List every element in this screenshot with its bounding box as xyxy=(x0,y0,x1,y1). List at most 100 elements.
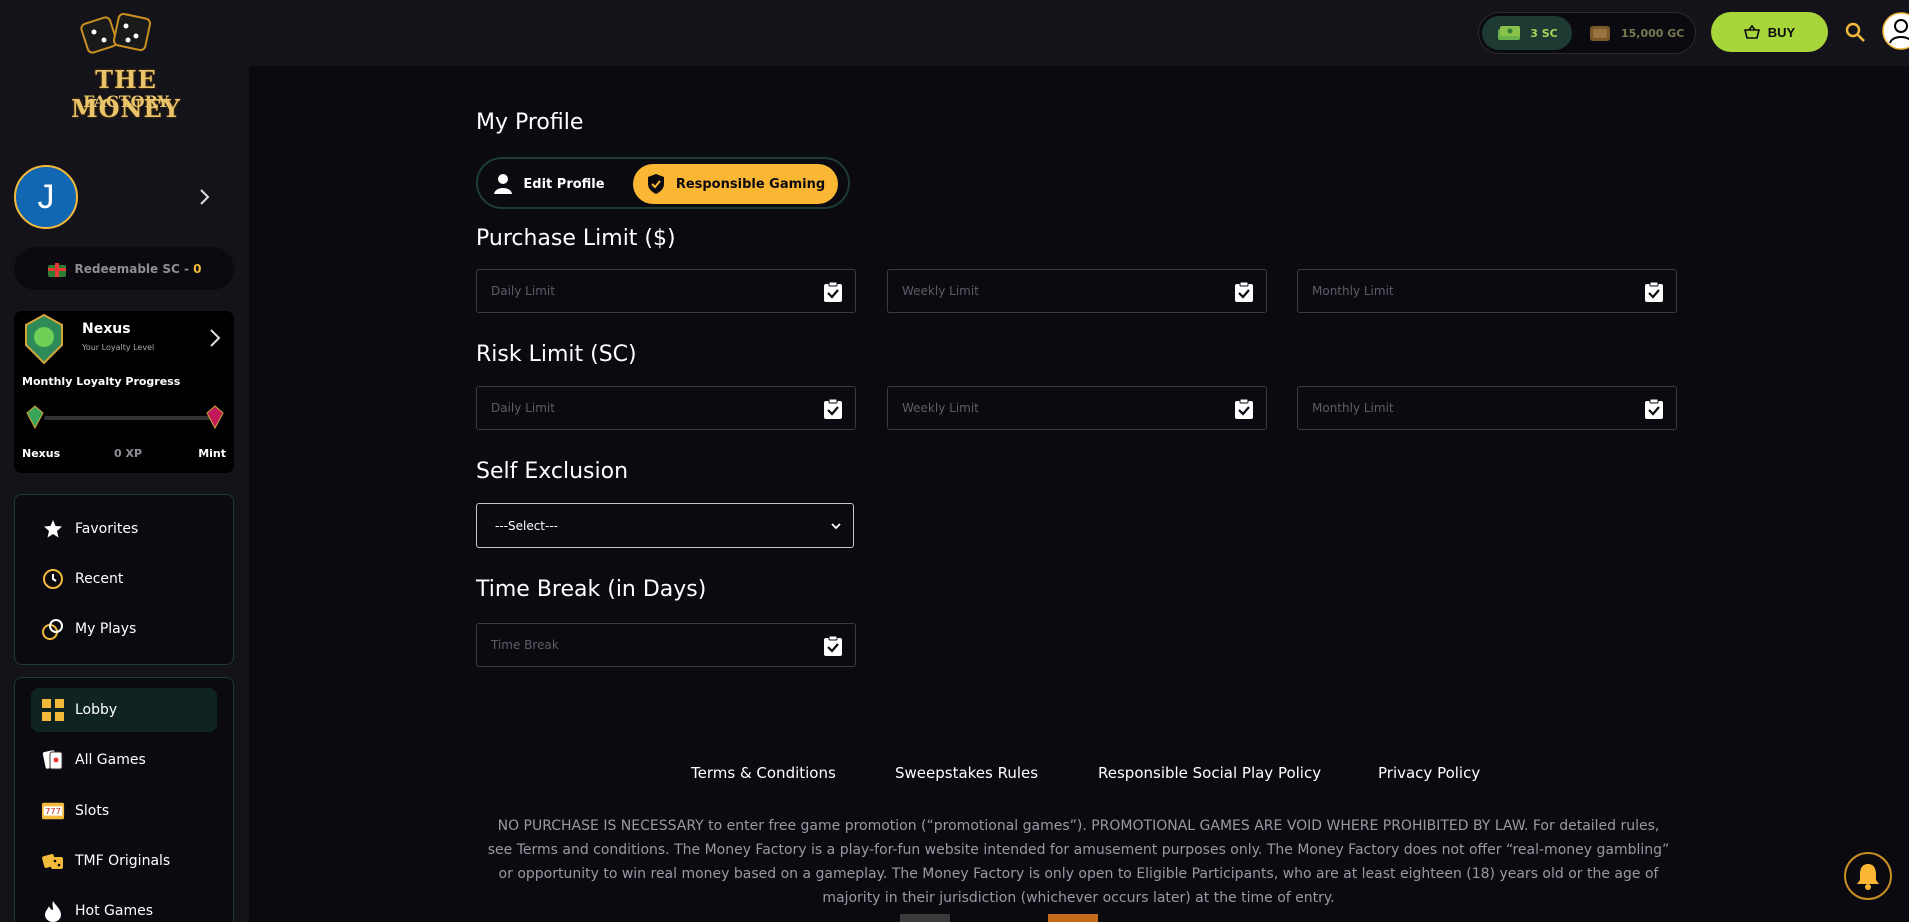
chevron-right-icon[interactable] xyxy=(206,325,224,351)
wallet-balance[interactable]: 3 SC 15,000 GC xyxy=(1478,12,1696,54)
save-check-icon[interactable] xyxy=(823,281,843,303)
purchase-daily-limit-input[interactable]: Daily Limit xyxy=(476,269,856,313)
grid-icon xyxy=(41,698,65,722)
gc-balance-toggle[interactable]: 15,000 GC xyxy=(1587,16,1691,50)
save-check-icon[interactable] xyxy=(1234,398,1254,420)
tab-responsible-gaming[interactable]: Responsible Gaming xyxy=(633,164,838,204)
menu-item-hot-games[interactable]: Hot Games xyxy=(31,889,217,922)
menu-item-label: Lobby xyxy=(75,702,118,718)
user-icon xyxy=(494,174,513,194)
save-check-icon[interactable] xyxy=(823,635,843,657)
input-placeholder: Weekly Limit xyxy=(902,401,979,415)
tab-label: Edit Profile xyxy=(523,176,605,192)
menu-item-slots[interactable]: 777 Slots xyxy=(31,789,217,833)
gift-cash-icon xyxy=(48,262,67,277)
save-check-icon[interactable] xyxy=(1644,398,1664,420)
tab-label: Responsible Gaming xyxy=(675,176,826,192)
tab-edit-profile[interactable]: Edit Profile xyxy=(484,164,614,204)
risk-daily-limit-input[interactable]: Daily Limit xyxy=(476,386,856,430)
footer-link-privacy[interactable]: Privacy Policy xyxy=(1378,764,1480,782)
cash-stack-icon xyxy=(1498,26,1521,40)
bell-icon xyxy=(1857,864,1879,890)
save-check-icon[interactable] xyxy=(1234,281,1254,303)
brand-logo[interactable]: THE MONEY FACTORY xyxy=(36,10,216,123)
input-placeholder: Daily Limit xyxy=(491,284,555,298)
chevron-right-icon[interactable] xyxy=(194,183,216,211)
menu-item-label: Recent xyxy=(75,571,124,587)
search-icon[interactable] xyxy=(1843,20,1867,44)
loyalty-progress-title: Monthly Loyalty Progress xyxy=(22,375,181,388)
menu-item-my-plays[interactable]: My Plays xyxy=(31,607,217,651)
select-value: ---Select--- xyxy=(495,519,558,533)
star-icon xyxy=(41,517,65,541)
purchase-monthly-limit-input[interactable]: Monthly Limit xyxy=(1297,269,1677,313)
sidebar: THE MONEY FACTORY J Redeemable SC - 0 Ne… xyxy=(0,0,249,922)
footer-link-terms[interactable]: Terms & Conditions xyxy=(691,764,836,782)
dice-icon xyxy=(41,849,65,873)
input-placeholder: Weekly Limit xyxy=(902,284,979,298)
menu-item-label: TMF Originals xyxy=(75,853,171,869)
redeemable-sc-pill: Redeemable SC - 0 xyxy=(14,247,234,290)
input-placeholder: Monthly Limit xyxy=(1312,401,1394,415)
time-break-title: Time Break (in Days) xyxy=(476,577,707,602)
risk-weekly-limit-input[interactable]: Weekly Limit xyxy=(887,386,1267,430)
loyalty-badge-icon xyxy=(25,313,63,365)
primary-menu: Favorites Recent My Plays xyxy=(14,494,234,665)
purchase-limit-title: Purchase Limit ($) xyxy=(476,226,676,251)
redeemable-value: 0 xyxy=(193,261,202,276)
svg-text:777: 777 xyxy=(45,806,61,816)
user-profile-icon[interactable] xyxy=(1882,12,1909,50)
chevron-down-icon xyxy=(831,523,841,530)
bottom-strip xyxy=(900,914,950,922)
buy-button[interactable]: BUY xyxy=(1711,12,1828,52)
clock-icon xyxy=(41,567,65,591)
menu-item-all-games[interactable]: All Games xyxy=(31,738,217,782)
menu-item-label: Slots xyxy=(75,803,110,819)
notifications-button[interactable] xyxy=(1844,852,1892,900)
avatar[interactable]: J xyxy=(14,165,78,229)
menu-item-label: My Plays xyxy=(75,621,137,637)
user-profile-row[interactable]: J xyxy=(14,165,234,229)
save-check-icon[interactable] xyxy=(1644,281,1664,303)
menu-item-label: All Games xyxy=(75,752,146,768)
loyalty-progress-bar xyxy=(44,416,216,420)
top-bar: 3 SC 15,000 GC BUY xyxy=(249,0,1909,66)
input-placeholder: Time Break xyxy=(491,638,559,652)
gc-balance: 15,000 GC xyxy=(1621,26,1685,40)
self-exclusion-select[interactable]: ---Select--- xyxy=(476,503,854,548)
save-check-icon[interactable] xyxy=(823,398,843,420)
loyalty-level-subtitle: Your Loyalty Level xyxy=(82,343,155,352)
input-placeholder: Monthly Limit xyxy=(1312,284,1394,298)
time-break-input[interactable]: Time Break xyxy=(476,623,856,667)
menu-item-recent[interactable]: Recent xyxy=(31,557,217,601)
cards-icon xyxy=(41,748,65,772)
logo-line2: FACTORY xyxy=(83,92,169,111)
purchase-weekly-limit-input[interactable]: Weekly Limit xyxy=(887,269,1267,313)
loyalty-level: Nexus xyxy=(82,321,131,337)
coin-bag-icon xyxy=(1590,26,1610,41)
menu-item-lobby[interactable]: Lobby xyxy=(31,688,217,732)
risk-monthly-limit-input[interactable]: Monthly Limit xyxy=(1297,386,1677,430)
loyalty-from-level: Nexus xyxy=(22,447,61,460)
footer-link-sweepstakes-rules[interactable]: Sweepstakes Rules xyxy=(895,764,1038,782)
menu-item-label: Hot Games xyxy=(75,903,154,919)
sc-balance-toggle[interactable]: 3 SC xyxy=(1482,16,1572,50)
menu-item-favorites[interactable]: Favorites xyxy=(31,507,217,551)
fire-icon xyxy=(41,899,65,922)
risk-limit-title: Risk Limit (SC) xyxy=(476,342,637,367)
mint-gem-icon xyxy=(206,405,224,429)
menu-item-label: Favorites xyxy=(75,521,139,537)
input-placeholder: Daily Limit xyxy=(491,401,555,415)
games-menu: Lobby All Games 777 Slots TMF Originals … xyxy=(14,677,234,922)
footer-link-responsible-play[interactable]: Responsible Social Play Policy xyxy=(1098,764,1321,782)
loyalty-card[interactable]: Nexus Your Loyalty Level Monthly Loyalty… xyxy=(14,311,234,473)
sc-balance: 3 SC xyxy=(1530,26,1558,40)
chips-icon xyxy=(41,617,65,641)
self-exclusion-title: Self Exclusion xyxy=(476,459,629,484)
profile-tabs: Edit Profile Responsible Gaming xyxy=(476,157,850,209)
menu-item-tmf-originals[interactable]: TMF Originals xyxy=(31,839,217,883)
buy-label: BUY xyxy=(1767,24,1796,40)
bottom-strip-accent xyxy=(1048,914,1098,922)
loyalty-xp: 0 XP xyxy=(114,447,143,460)
nexus-gem-icon xyxy=(26,405,44,429)
